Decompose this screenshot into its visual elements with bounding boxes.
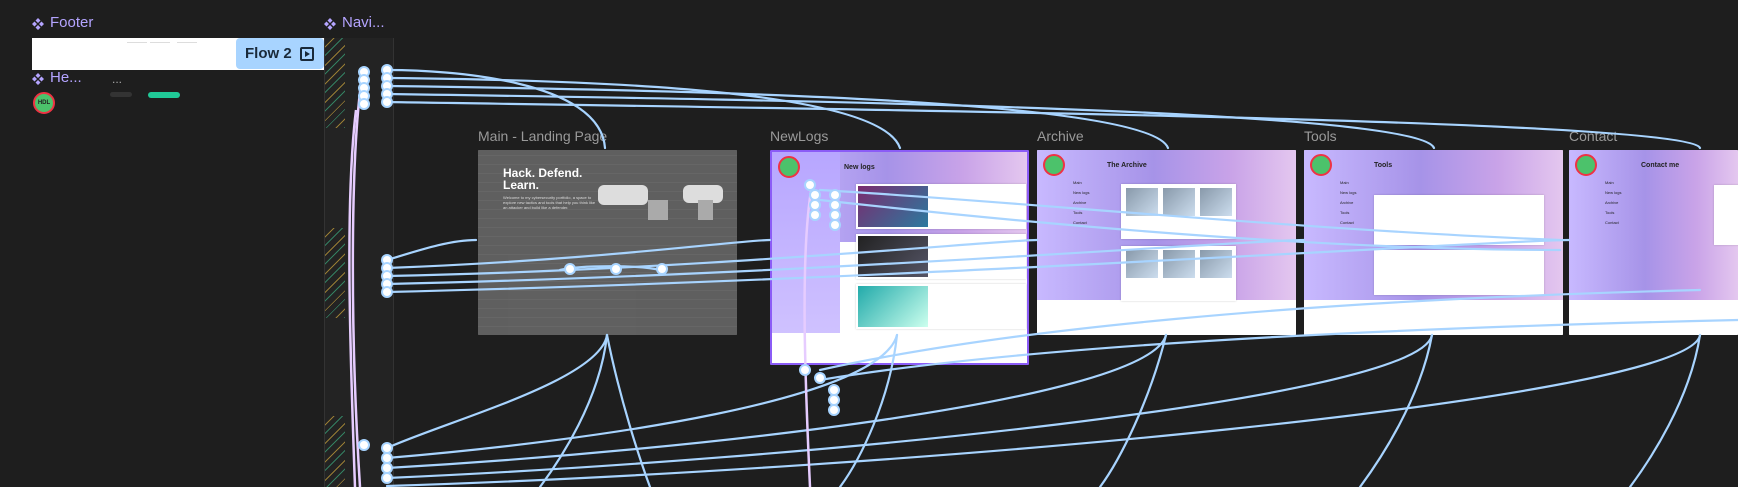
archive-title: The Archive <box>1107 162 1147 169</box>
archive-card[interactable] <box>1121 246 1236 301</box>
tools-title: Tools <box>1374 162 1393 169</box>
frame-label-newlogs[interactable]: NewLogs <box>770 128 828 144</box>
contact-frame[interactable]: Contact me Main New logs Archive Tools C… <box>1569 150 1738 335</box>
component-icon <box>32 17 44 30</box>
landing-page-frame[interactable]: Hack. Defend. Learn. Welcome to my cyber… <box>478 150 737 335</box>
footer-column <box>127 42 147 59</box>
header-label-text: He... <box>50 69 82 86</box>
landing-body: Welcome to my cybersecurity portfolio, a… <box>503 195 596 210</box>
archive-logo <box>1043 154 1065 176</box>
log-card[interactable] <box>856 184 1026 229</box>
connection-node[interactable] <box>828 384 840 396</box>
footer-column <box>150 42 170 59</box>
footer-label-text: Footer <box>50 14 94 31</box>
nav-contact[interactable]: Contact <box>1340 220 1354 225</box>
nav-variant-1 <box>325 38 345 128</box>
connection-line[interactable] <box>605 333 652 487</box>
tools-footer <box>1304 305 1563 335</box>
archive-thumb <box>1126 188 1158 216</box>
log-card-image <box>858 286 928 327</box>
component-icon <box>324 17 336 30</box>
nav-main[interactable]: Main <box>1073 180 1082 185</box>
header-logo: HDL <box>33 92 55 114</box>
tools-card[interactable] <box>1374 250 1544 295</box>
frame-label-landing[interactable]: Main - Landing Page <box>478 128 607 144</box>
nav-tools[interactable]: Tools <box>1605 210 1614 215</box>
nav-variant-3 <box>325 416 345 487</box>
connection-node[interactable] <box>799 364 811 376</box>
connection-line[interactable] <box>538 333 609 487</box>
nav-newlogs[interactable]: New logs <box>1340 190 1356 195</box>
navigation-component-frame[interactable] <box>324 38 394 487</box>
archive-thumb <box>1163 250 1195 278</box>
flow-label: Flow 2 <box>245 45 292 62</box>
log-card[interactable] <box>856 284 1026 329</box>
nav-archive[interactable]: Archive <box>1605 200 1618 205</box>
newlogs-logo <box>778 156 800 178</box>
nav-contact[interactable]: Contact <box>1605 220 1619 225</box>
newlogs-frame[interactable]: New logs <box>770 150 1029 365</box>
log-card-image <box>858 186 928 227</box>
component-icon <box>32 72 44 85</box>
contact-logo <box>1575 154 1597 176</box>
contact-title: Contact me <box>1641 162 1680 169</box>
connection-node[interactable] <box>828 404 840 416</box>
nav-variant-2 <box>325 228 345 318</box>
tools-logo <box>1310 154 1332 176</box>
play-icon <box>299 46 314 61</box>
nav-archive[interactable]: Archive <box>1340 200 1353 205</box>
newlogs-sidebar <box>772 152 840 363</box>
nav-main[interactable]: Main <box>1605 180 1614 185</box>
tools-card[interactable] <box>1374 195 1544 245</box>
security-camera-image <box>598 185 723 220</box>
navigation-label-text: Navi... <box>342 14 385 31</box>
header-component-label[interactable]: He... <box>32 69 82 86</box>
connection-line[interactable] <box>1358 333 1434 487</box>
connection-line[interactable] <box>385 333 609 450</box>
flow-starting-point[interactable]: Flow 2 <box>236 38 324 69</box>
archive-thumb <box>1163 188 1195 216</box>
more-ellipsis[interactable]: ... <box>112 72 122 86</box>
archive-frame[interactable]: The Archive Main New logs Archive Tools … <box>1037 150 1296 335</box>
nav-archive[interactable]: Archive <box>1073 200 1086 205</box>
nav-tools[interactable]: Tools <box>1073 210 1082 215</box>
navigation-component-label[interactable]: Navi... <box>324 14 385 31</box>
connection-line[interactable] <box>385 238 478 262</box>
archive-card[interactable] <box>1121 184 1236 239</box>
contact-footer <box>1569 305 1738 335</box>
frame-label-archive[interactable]: Archive <box>1037 128 1084 144</box>
connection-line[interactable] <box>1098 333 1168 487</box>
nav-contact[interactable]: Contact <box>1073 220 1087 225</box>
frame-label-tools[interactable]: Tools <box>1304 128 1337 144</box>
archive-footer <box>1037 305 1296 335</box>
nav-newlogs[interactable]: New logs <box>1605 190 1621 195</box>
canvas[interactable]: Footer Navi... He... ... HDL Flow 2 Main… <box>0 0 1738 487</box>
nav-newlogs[interactable]: New logs <box>1073 190 1089 195</box>
header-toggle[interactable] <box>110 92 132 97</box>
log-card-image <box>858 236 928 277</box>
log-card[interactable] <box>856 234 1026 279</box>
connection-line[interactable] <box>1628 333 1702 487</box>
archive-thumb <box>1126 250 1158 278</box>
connection-line[interactable] <box>385 333 1702 487</box>
newlogs-footer <box>772 333 1027 363</box>
logo-text: HDL <box>37 100 51 106</box>
connection-node[interactable] <box>828 394 840 406</box>
nav-main[interactable]: Main <box>1340 180 1349 185</box>
header-button[interactable] <box>148 92 180 98</box>
footer-component-label[interactable]: Footer <box>32 14 93 31</box>
connection-node[interactable] <box>814 372 826 384</box>
frame-label-contact[interactable]: Contact <box>1569 128 1617 144</box>
tools-frame[interactable]: Tools Main New logs Archive Tools Contac… <box>1304 150 1563 335</box>
contact-form[interactable] <box>1714 185 1738 245</box>
landing-title: Hack. Defend. Learn. <box>503 166 583 192</box>
nav-tools[interactable]: Tools <box>1340 210 1349 215</box>
archive-thumb <box>1200 250 1232 278</box>
newlogs-title: New logs <box>844 164 875 171</box>
contact-hero <box>1569 150 1738 300</box>
footer-column <box>177 42 197 59</box>
archive-thumb <box>1200 188 1232 216</box>
